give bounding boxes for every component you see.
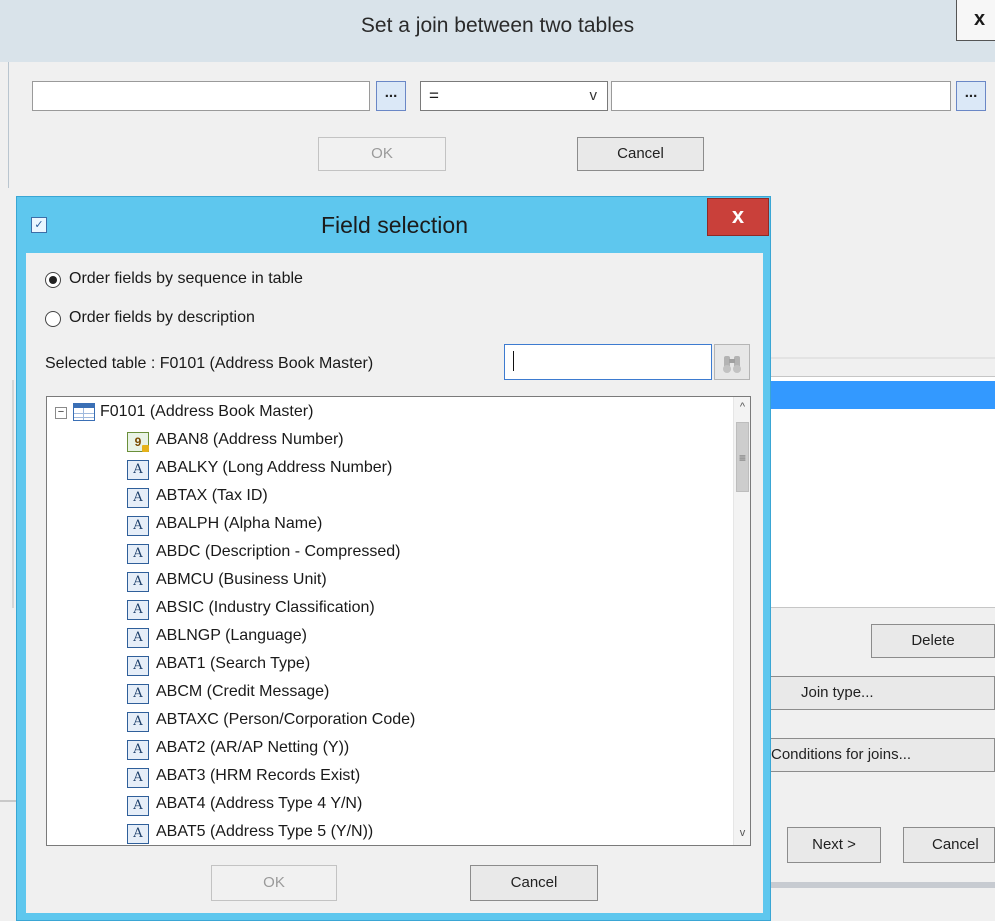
left-field-input[interactable] <box>32 81 370 111</box>
field-label: ABLNGP (Language) <box>156 627 307 644</box>
chevron-down-icon: v <box>589 87 598 104</box>
joins-list-selected-row[interactable] <box>761 381 995 409</box>
field-label: ABALPH (Alpha Name) <box>156 515 323 532</box>
grip-icon: ≡ <box>739 451 747 465</box>
alpha-field-icon: A <box>127 796 149 816</box>
tree-field-item[interactable]: A ABLNGP (Language) <box>127 625 727 653</box>
join-dialog-titlebar: Set a join between two tables <box>0 0 995 62</box>
field-cancel-button[interactable]: Cancel <box>470 865 598 901</box>
join-dialog-close-button[interactable]: x <box>956 0 995 41</box>
field-label: ABAT3 (HRM Records Exist) <box>156 767 361 784</box>
alpha-field-icon: A <box>127 824 149 844</box>
field-label: ABDC (Description - Compressed) <box>156 543 401 560</box>
field-selection-client: Order fields by sequence in table Order … <box>26 253 763 913</box>
text-cursor <box>513 351 514 371</box>
alpha-field-icon: A <box>127 712 149 732</box>
radio-checked-icon <box>45 272 61 288</box>
tree-field-item[interactable]: 9 ABAN8 (Address Number) <box>127 429 727 457</box>
radio-unchecked-icon <box>45 311 61 327</box>
left-field-browse-button[interactable]: ... <box>376 81 406 111</box>
field-label: ABAT4 (Address Type 4 Y/N) <box>156 795 363 812</box>
field-label: ABAT2 (AR/AP Netting (Y)) <box>156 739 350 756</box>
alpha-field-icon: A <box>127 768 149 788</box>
tree-field-item[interactable]: A ABCM (Credit Message) <box>127 681 727 709</box>
table-icon <box>73 403 95 421</box>
join-dialog-title: Set a join between two tables <box>360 14 635 37</box>
alpha-field-icon: A <box>127 684 149 704</box>
tree-field-item[interactable]: A ABSIC (Industry Classification) <box>127 597 727 625</box>
tree-field-item[interactable]: A ABALPH (Alpha Name) <box>127 513 727 541</box>
tree-root-item[interactable]: − F0101 (Address Book Master) <box>47 401 707 427</box>
joins-list[interactable] <box>760 376 995 608</box>
order-by-sequence-label: Order fields by sequence in table <box>69 270 303 287</box>
tree-field-item[interactable]: A ABMCU (Business Unit) <box>127 569 727 597</box>
operator-value: = <box>429 86 439 105</box>
conditions-for-joins-button[interactable]: Conditions for joins... <box>760 738 995 772</box>
tree-field-item[interactable]: A ABALKY (Long Address Number) <box>127 457 727 485</box>
tree-field-item[interactable]: A ABAT2 (AR/AP Netting (Y)) <box>127 737 727 765</box>
field-label: ABAN8 (Address Number) <box>156 431 344 448</box>
alpha-field-icon: A <box>127 628 149 648</box>
tree-field-item[interactable]: A ABDC (Description - Compressed) <box>127 541 727 569</box>
join-ok-button[interactable]: OK <box>318 137 446 171</box>
field-selection-title: Field selection <box>320 212 469 238</box>
right-field-browse-button[interactable]: ... <box>956 81 986 111</box>
field-label: ABTAXC (Person/Corporation Code) <box>156 711 416 728</box>
alpha-field-icon: A <box>127 544 149 564</box>
field-label: ABCM (Credit Message) <box>156 683 330 700</box>
field-label: ABSIC (Industry Classification) <box>156 599 375 616</box>
tree-root-label: F0101 (Address Book Master) <box>100 403 314 420</box>
field-selection-close-button[interactable]: x <box>707 198 769 236</box>
tree-field-item[interactable]: A ABAT4 (Address Type 4 Y/N) <box>127 793 727 821</box>
key-field-icon: 9 <box>127 432 149 452</box>
wizard-panel-edge <box>12 380 14 608</box>
tree-field-item[interactable]: A ABAT5 (Address Type 5 (Y/N)) <box>127 821 727 845</box>
tree-field-item[interactable]: A ABTAXC (Person/Corporation Code) <box>127 709 727 737</box>
alpha-field-icon: A <box>127 600 149 620</box>
join-type-button[interactable]: Join type... <box>760 676 995 710</box>
wizard-divider <box>760 357 995 359</box>
tree-vertical-scrollbar[interactable]: ^ ≡ v <box>733 397 750 845</box>
join-cancel-button[interactable]: Cancel <box>577 137 704 171</box>
field-label: ABAT5 (Address Type 5 (Y/N)) <box>156 823 374 840</box>
field-ok-button[interactable]: OK <box>211 865 337 901</box>
find-button[interactable] <box>714 344 750 380</box>
alpha-field-icon: A <box>127 460 149 480</box>
field-search-input[interactable] <box>504 344 712 380</box>
delete-button[interactable]: Delete <box>871 624 995 658</box>
alpha-field-icon: A <box>127 516 149 536</box>
field-selection-titlebar: ✓ Field selection x <box>17 197 770 253</box>
field-label: ABTAX (Tax ID) <box>156 487 268 504</box>
alpha-field-icon: A <box>127 488 149 508</box>
next-button[interactable]: Next > <box>787 827 881 863</box>
field-label: ABMCU (Business Unit) <box>156 571 327 588</box>
scroll-down-icon[interactable]: v <box>734 823 750 843</box>
scroll-up-icon[interactable]: ^ <box>734 397 750 417</box>
binoculars-icon <box>723 356 741 373</box>
tree-field-item[interactable]: A ABAT3 (HRM Records Exist) <box>127 765 727 793</box>
right-field-input[interactable] <box>611 81 951 111</box>
wizard-cancel-button[interactable]: Cancel <box>903 827 995 863</box>
tree-field-item[interactable]: A ABTAX (Tax ID) <box>127 485 727 513</box>
alpha-field-icon: A <box>127 572 149 592</box>
tree-field-item[interactable]: A ABAT1 (Search Type) <box>127 653 727 681</box>
operator-select[interactable]: = v <box>420 81 608 111</box>
field-selection-dialog: ✓ Field selection x Order fields by sequ… <box>16 196 771 921</box>
field-label: ABALKY (Long Address Number) <box>156 459 393 476</box>
wizard-status-strip <box>760 882 995 888</box>
field-tree[interactable]: − F0101 (Address Book Master) 9 ABAN8 (A… <box>46 396 751 846</box>
alpha-field-icon: A <box>127 656 149 676</box>
scroll-thumb[interactable]: ≡ <box>736 422 749 492</box>
selected-table-label: Selected table : F0101 (Address Book Mas… <box>45 355 374 372</box>
collapse-icon[interactable]: − <box>55 407 67 419</box>
order-by-description-label: Order fields by description <box>69 309 255 326</box>
field-label: ABAT1 (Search Type) <box>156 655 311 672</box>
alpha-field-icon: A <box>127 740 149 760</box>
